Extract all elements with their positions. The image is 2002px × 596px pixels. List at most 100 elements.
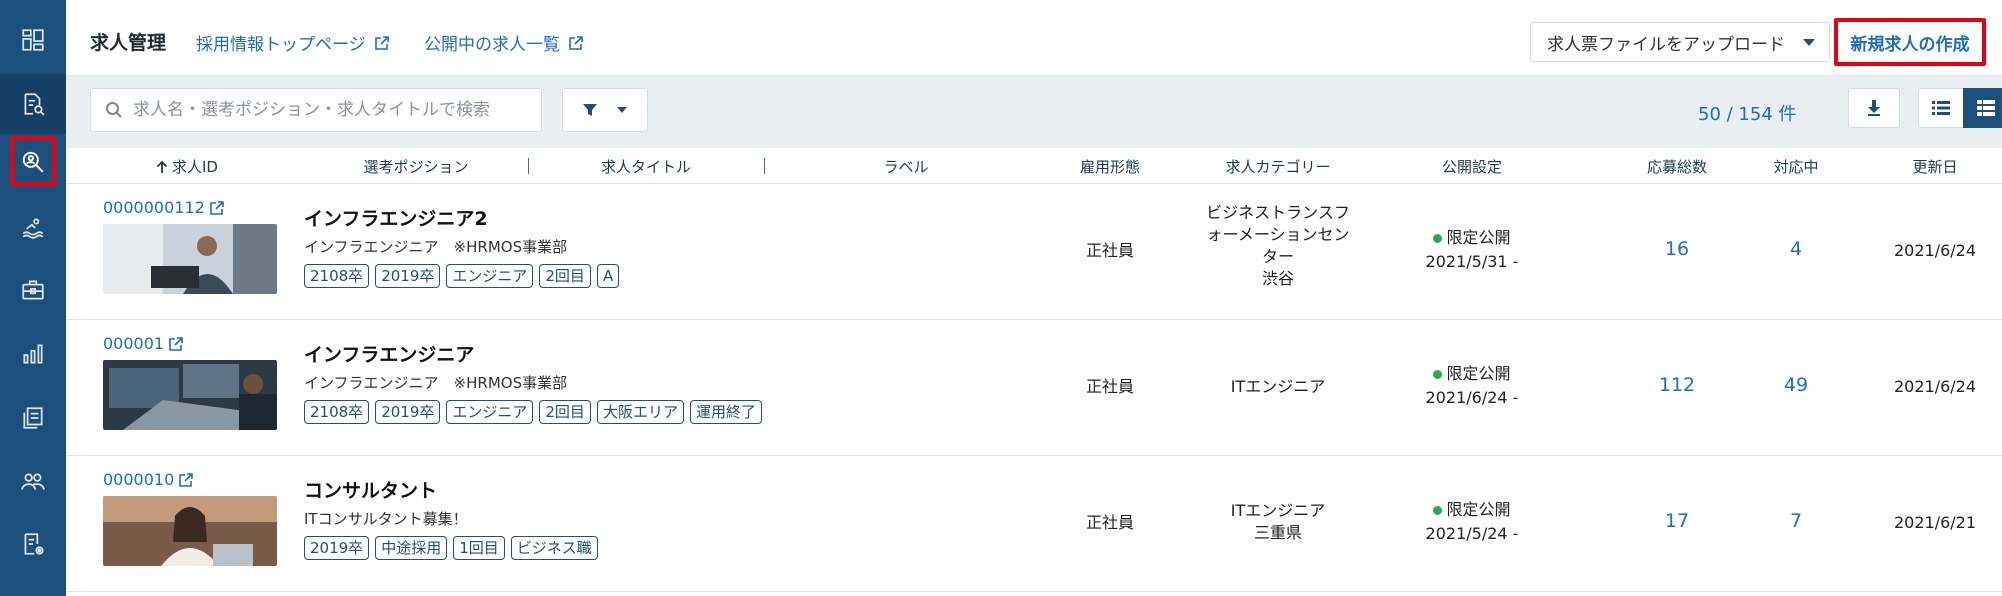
create-button-label: 新規求人の作成 <box>1850 34 1970 55</box>
recruit-top-link-label: 採用情報トップページ <box>196 35 366 55</box>
table-row[interactable]: 0000000112 インフラエンジニア2 インフラエンジニア ※HRMOS事業… <box>66 184 2002 320</box>
applicant-count-link[interactable]: 17 <box>1632 510 1722 532</box>
job-id-link[interactable]: 000001 <box>103 334 184 353</box>
caret-down-icon <box>617 107 627 113</box>
people-icon[interactable] <box>0 452 66 512</box>
publish-status: 限定公開 <box>1446 364 1511 383</box>
job-id-link[interactable]: 0000010 <box>103 470 194 489</box>
col-publish[interactable]: 公開設定 <box>1422 156 1522 177</box>
updated-date: 2021/6/21 <box>1893 513 1977 532</box>
label-tags: 2108卒 2019卒 エンジニア 2回目 A <box>304 264 620 288</box>
category-line: ォーメーションセン <box>1206 225 1350 244</box>
active-nav-highlight <box>10 136 56 186</box>
in-progress-count-link[interactable]: 49 <box>1756 374 1836 396</box>
applicant-count-link[interactable]: 112 <box>1632 374 1722 396</box>
label-tag: 1回目 <box>453 536 505 560</box>
col-applicants[interactable]: 応募総数 <box>1632 156 1722 177</box>
job-id: 0000000112 <box>103 198 205 217</box>
toolbar: 50 / 154 件 <box>66 76 2002 148</box>
category-line: 三重県 <box>1253 523 1302 542</box>
status-dot <box>1433 234 1443 243</box>
label-tag: A <box>596 264 620 288</box>
list-view-button[interactable] <box>1918 88 1964 128</box>
updated-date: 2021/6/24 <box>1893 377 1977 396</box>
label-tag: 2019卒 <box>375 400 441 424</box>
col-category[interactable]: 求人カテゴリー <box>1208 156 1348 177</box>
external-link-icon <box>569 35 583 50</box>
publish-status: 限定公開 <box>1446 228 1511 247</box>
col-in-progress[interactable]: 対応中 <box>1756 156 1836 177</box>
job-title: コンサルタント <box>304 480 438 502</box>
page-header: 求人管理 採用情報トップページ 公開中の求人一覧 求人票ファイルをアップロード … <box>66 0 2002 76</box>
page-title: 求人管理 <box>90 32 167 54</box>
category-line: 渋谷 <box>1261 269 1294 288</box>
publish-setting: 限定公開 2021/5/31 - <box>1402 226 1542 274</box>
search-box <box>90 88 542 132</box>
table-view-button[interactable] <box>1963 88 2002 128</box>
table-row[interactable]: 000001 インフラエンジニア インフラエンジニア ※HRMOS事業部 210… <box>66 320 2002 456</box>
col-label[interactable]: ラベル <box>866 156 946 177</box>
col-id[interactable]: 求人ID <box>156 156 236 177</box>
external-link-icon <box>374 35 389 50</box>
filter-icon <box>583 104 597 116</box>
public-jobs-link-label: 公開中の求人一覧 <box>424 35 560 55</box>
employment-type: 正社員 <box>1085 241 1134 260</box>
upload-job-file-button[interactable]: 求人票ファイルをアップロード <box>1530 22 1830 62</box>
list-icon <box>1932 101 1950 115</box>
job-id-link[interactable]: 0000000112 <box>103 198 225 217</box>
upload-button-label: 求人票ファイルをアップロード <box>1547 34 1785 55</box>
label-tag: エンジニア <box>446 264 534 288</box>
in-progress-count-link[interactable]: 4 <box>1756 238 1836 260</box>
external-link-icon <box>169 336 183 351</box>
document-search-icon[interactable] <box>0 74 66 134</box>
job-subtitle: ITコンサルタント募集！ <box>304 510 468 528</box>
briefcase-icon[interactable] <box>0 260 66 320</box>
swimmer-icon[interactable] <box>0 198 66 258</box>
settings-doc-icon[interactable] <box>0 514 66 574</box>
col-separator <box>764 158 765 174</box>
job-subtitle: インフラエンジニア ※HRMOS事業部 <box>304 374 568 392</box>
documents-icon[interactable] <box>0 388 66 448</box>
chart-icon[interactable] <box>0 324 66 384</box>
job-thumbnail <box>103 224 277 294</box>
label-tags: 2108卒 2019卒 エンジニア 2回目 大阪エリア 運用終了 <box>304 400 762 424</box>
publish-date: 2021/6/24 - <box>1425 388 1519 407</box>
applicant-count-link[interactable]: 16 <box>1632 238 1722 260</box>
table-row[interactable]: 0000010 コンサルタント ITコンサルタント募集！ 2019卒 中途採用 … <box>66 456 2002 592</box>
col-updated[interactable]: 更新日 <box>1890 156 1980 177</box>
create-job-button[interactable]: 新規求人の作成 <box>1834 18 1986 66</box>
publish-status: 限定公開 <box>1446 500 1511 519</box>
job-id: 0000010 <box>103 470 175 489</box>
filter-button[interactable] <box>562 88 648 132</box>
category-line: ITエンジニア <box>1230 377 1326 396</box>
category-line: ター <box>1261 247 1294 266</box>
status-dot <box>1433 506 1443 515</box>
download-button[interactable] <box>1848 88 1900 128</box>
col-position[interactable]: 選考ポジション <box>356 156 476 177</box>
dashboard-icon[interactable] <box>0 10 66 70</box>
in-progress-count-link[interactable]: 7 <box>1756 510 1836 532</box>
label-tag: 2108卒 <box>304 264 370 288</box>
public-jobs-link[interactable]: 公開中の求人一覧 <box>424 30 584 55</box>
sort-up-icon <box>156 160 168 173</box>
label-tags: 2019卒 中途採用 1回目 ビジネス職 <box>304 536 598 560</box>
label-tag: 2019卒 <box>304 536 370 560</box>
job-title: インフラエンジニア <box>304 344 475 366</box>
sidebar <box>0 0 66 596</box>
label-tag: エンジニア <box>446 400 534 424</box>
external-link-icon <box>209 200 224 215</box>
search-input[interactable] <box>133 100 533 120</box>
updated-date: 2021/6/24 <box>1893 241 1977 260</box>
job-category: ITエンジニア <box>1198 376 1358 398</box>
search-icon <box>106 102 122 118</box>
col-employment[interactable]: 雇用形態 <box>1070 156 1150 177</box>
publish-setting: 限定公開 2021/5/24 - <box>1402 498 1542 546</box>
recruit-top-link[interactable]: 採用情報トップページ <box>196 30 390 55</box>
download-icon <box>1868 100 1880 116</box>
external-link-icon <box>179 472 194 487</box>
label-tag: 運用終了 <box>689 400 762 424</box>
employment-type: 正社員 <box>1085 513 1134 532</box>
publish-date: 2021/5/31 - <box>1425 252 1519 271</box>
col-title[interactable]: 求人タイトル <box>596 156 696 177</box>
category-line: ITエンジニア <box>1230 501 1326 520</box>
